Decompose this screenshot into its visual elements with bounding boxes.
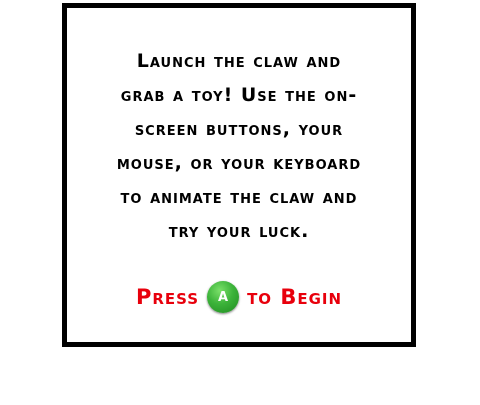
press-label: Press [135,285,200,309]
instructions-dialog: Launch the claw and grab a toy! Use the … [62,3,416,347]
game-stage: Launch the claw and grab a toy! Use the … [0,0,480,405]
instructions-line: grab a toy! Use the on- [120,84,358,106]
instructions-line: mouse, or your keyboard [116,152,362,174]
a-button[interactable]: A [207,281,240,313]
instructions-line: try your luck. [168,220,310,242]
instructions-line: to animate the claw and [120,186,358,208]
a-button-label: A [218,289,229,305]
instructions-line: Launch the claw and [136,50,342,72]
to-begin-label: to Begin [247,285,343,309]
start-prompt: Press A to Begin [67,279,411,315]
instructions-line: screen buttons, your [134,118,344,140]
instructions-text: Launch the claw and grab a toy! Use the … [67,44,411,248]
